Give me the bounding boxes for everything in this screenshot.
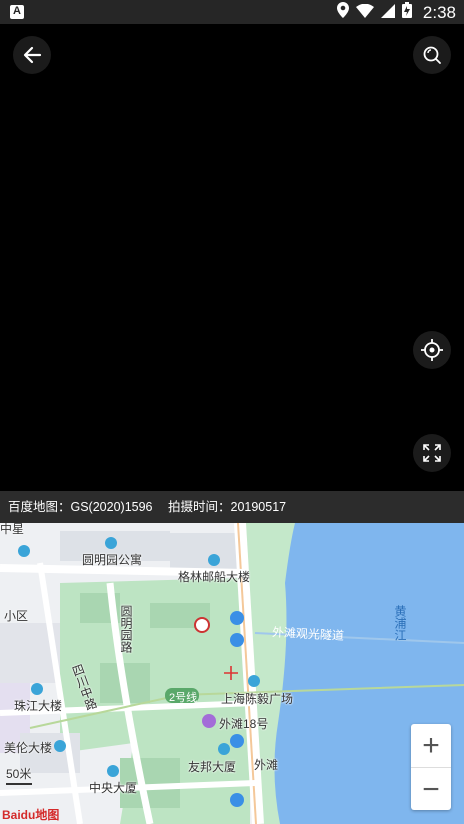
baidu-logo: Baidu地图 [2, 808, 60, 822]
map-label: 小区 [4, 609, 29, 623]
scale-bar [6, 783, 32, 785]
scale-label: 50米 [6, 767, 32, 781]
locate-button[interactable] [413, 331, 451, 369]
status-bar: 2:38 [0, 0, 464, 24]
map-label: 格林邮船大楼 [178, 570, 251, 584]
map-label: 圆明园路 [119, 605, 133, 653]
map-label: 中星 [0, 523, 25, 536]
map-label: 黄浦江 [393, 605, 407, 641]
notification-icon [10, 5, 24, 19]
metro-line-badge: 2号线 [169, 692, 198, 704]
map-label: 圆明园公寓 [82, 553, 143, 567]
wifi-icon [355, 3, 374, 23]
map-label: 珠江大楼 [14, 699, 63, 713]
info-bar: 百度地图：GS(2020)1596 拍摄时间：20190517 [0, 491, 464, 523]
map-label: 外滩 [254, 758, 279, 772]
panorama-view[interactable] [0, 24, 464, 491]
battery-icon [401, 2, 412, 23]
map-label: 中央大厦 [89, 781, 138, 795]
crosshair-icon [421, 339, 443, 361]
back-button[interactable] [13, 36, 51, 74]
search-button[interactable] [413, 36, 451, 74]
status-icons: 2:38 [336, 2, 456, 23]
clock: 2:38 [422, 2, 456, 22]
map-label: 美伦大楼 [4, 741, 53, 755]
location-icon [336, 2, 349, 23]
map-credit: 百度地图：GS(2020)1596 [8, 500, 153, 514]
search-icon [423, 46, 441, 64]
map-label: 友邦大厦 [188, 760, 237, 774]
fullscreen-button[interactable] [413, 434, 451, 472]
zoom-out-button[interactable]: − [411, 768, 451, 811]
map-label: 上海陈毅广场 [221, 692, 294, 706]
zoom-control: + − [411, 724, 451, 810]
map-label: 外滩18号 [219, 717, 269, 731]
back-arrow-icon [23, 46, 42, 64]
zoom-in-button[interactable]: + [411, 724, 451, 768]
signal-icon [380, 3, 395, 23]
expand-icon [423, 444, 441, 462]
mini-map[interactable]: 圆明园公寓 格林邮船大楼 圆明园路 四川中路 外滩观光隧道 黄浦江 2号线 上海… [0, 523, 464, 824]
capture-time: 拍摄时间：20190517 [168, 500, 287, 514]
